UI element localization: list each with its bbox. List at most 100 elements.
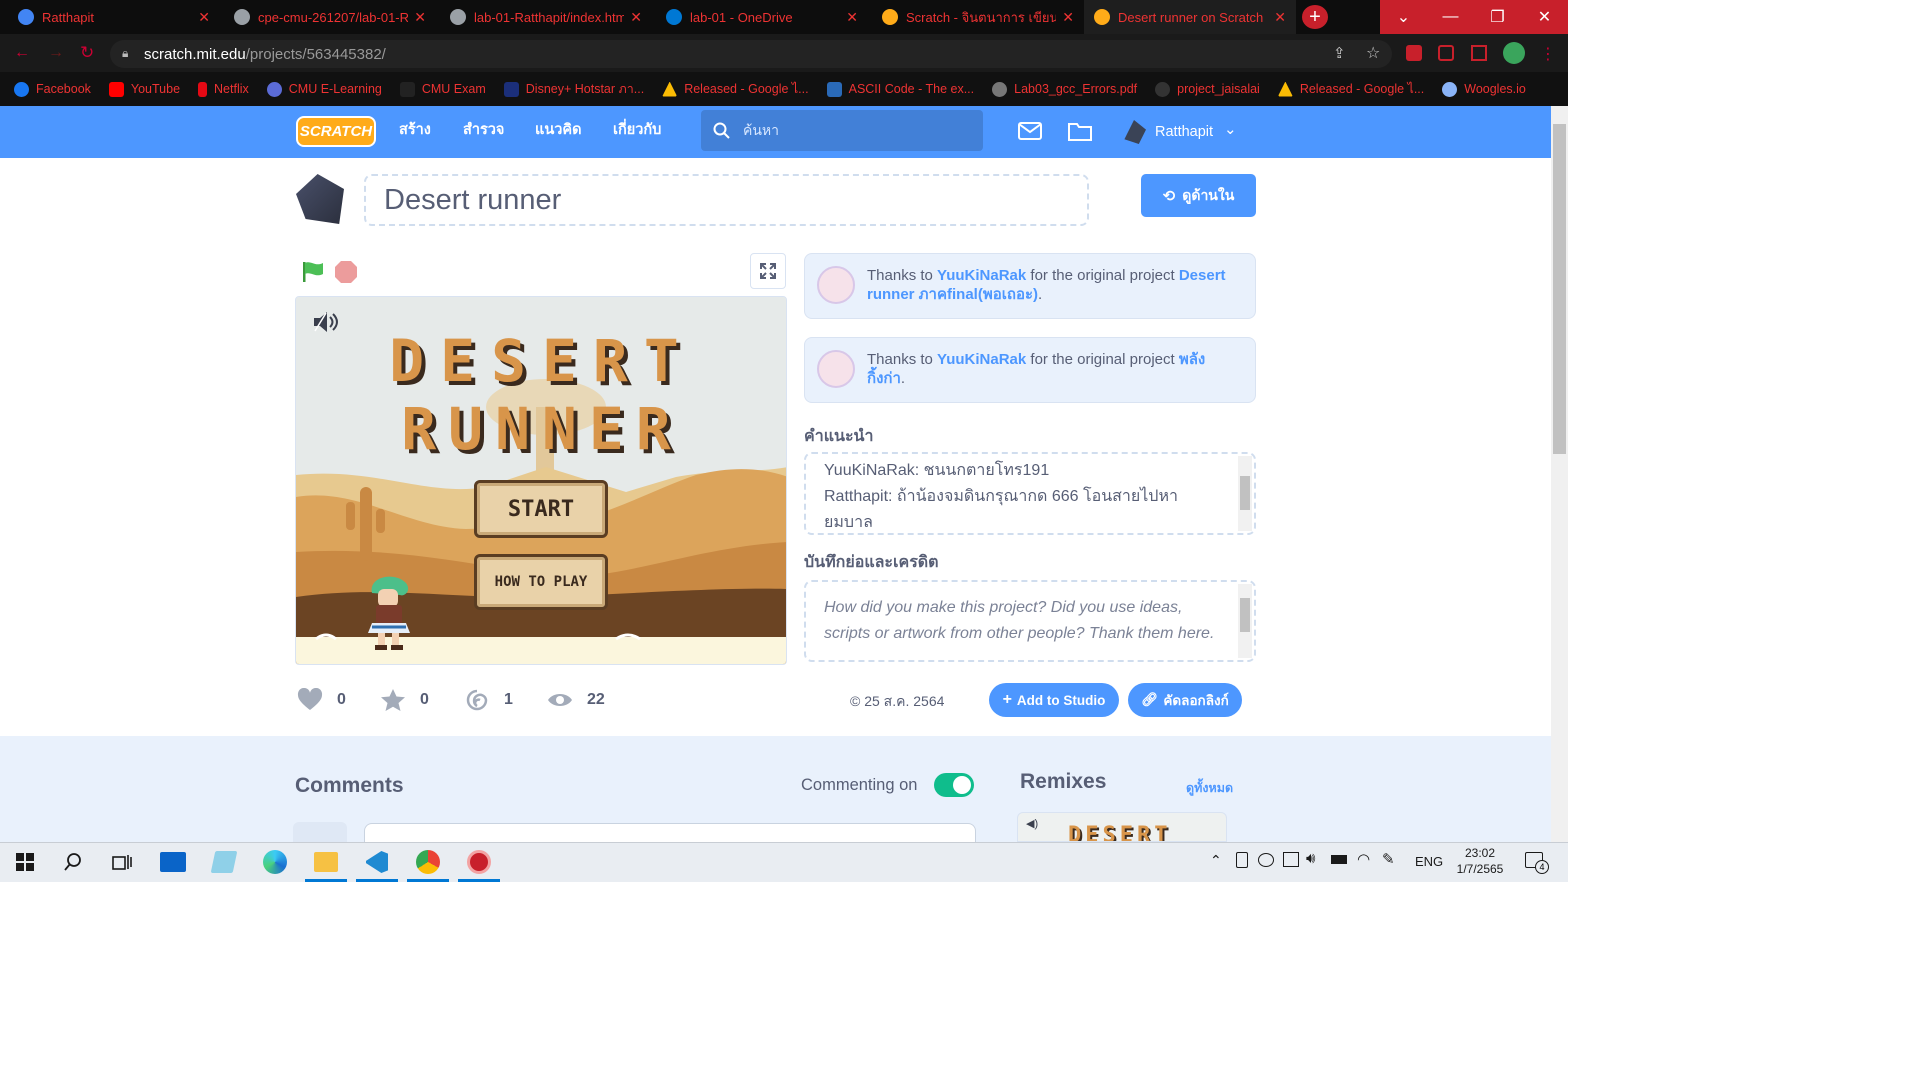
add-to-studio-button[interactable]: + Add to Studio xyxy=(989,683,1119,717)
volume-icon[interactable]: 🔊︎ xyxy=(1306,850,1315,867)
bookmark-item[interactable]: Released - Google ไ... xyxy=(662,79,809,99)
address-bar[interactable]: 🔒︎ scratch.mit.edu/projects/563445382/ xyxy=(110,40,1392,68)
author-avatar[interactable] xyxy=(296,174,344,224)
remix-thumbnail[interactable]: ◀︎) DESERT xyxy=(1017,812,1227,842)
search-input[interactable]: ค้นหา xyxy=(701,110,983,151)
profile-avatar[interactable] xyxy=(1503,42,1525,64)
extension-icon[interactable] xyxy=(1438,45,1454,61)
task-view-icon[interactable] xyxy=(107,848,137,876)
new-tab-button[interactable]: + xyxy=(1302,5,1328,29)
vscode-icon[interactable] xyxy=(356,848,398,882)
language-indicator[interactable]: ENG xyxy=(1415,854,1443,869)
my-stuff-folder-icon[interactable] xyxy=(1068,121,1092,141)
credit-user-link[interactable]: YuuKiNaRak xyxy=(937,351,1026,368)
stop-icon[interactable] xyxy=(334,260,358,284)
instructions-textarea[interactable]: YuuKiNaRak: ชนนกตายโทร191 Ratthapit: ถ้า… xyxy=(804,452,1256,535)
fullscreen-button[interactable] xyxy=(750,253,786,289)
close-icon[interactable]: ✕ xyxy=(1062,9,1074,26)
bookmark-item[interactable]: Netflix xyxy=(198,81,249,97)
bookmark-item[interactable]: YouTube xyxy=(108,81,180,97)
close-icon[interactable]: ✕ xyxy=(1274,9,1286,26)
green-flag-icon[interactable] xyxy=(301,261,325,283)
bookmark-item[interactable]: Lab03_gcc_Errors.pdf xyxy=(992,81,1137,97)
back-icon[interactable]: ← xyxy=(14,44,30,62)
minimize-button[interactable]: — xyxy=(1427,0,1474,34)
love-stat[interactable]: 0 xyxy=(297,688,346,712)
start-button[interactable] xyxy=(10,848,40,876)
restore-button[interactable]: ❐ xyxy=(1474,0,1521,34)
close-icon[interactable]: ✕ xyxy=(846,9,858,26)
bookmark-item[interactable]: Disney+ Hotstar ภา... xyxy=(503,79,644,99)
view-all-remixes-link[interactable]: ดูทั้งหมด xyxy=(1186,778,1233,798)
messages-icon[interactable] xyxy=(1018,122,1042,140)
scratch-logo[interactable]: SCRATCH xyxy=(296,116,376,147)
bookmark-item[interactable]: CMU Exam xyxy=(399,81,486,97)
share-icon[interactable]: ⇪ xyxy=(1333,44,1346,62)
battery-icon[interactable] xyxy=(1331,855,1347,864)
file-explorer-icon[interactable] xyxy=(305,848,347,882)
mail-app-icon[interactable] xyxy=(158,848,188,876)
wifi-icon[interactable]: ◠ xyxy=(1357,850,1370,868)
display-icon[interactable] xyxy=(1283,852,1299,867)
username-label[interactable]: Ratthapit xyxy=(1155,124,1213,140)
see-inside-button[interactable]: ⟲ ดูด้านใน xyxy=(1141,174,1256,217)
tab-onedrive[interactable]: lab-01 - OneDrive ✕ xyxy=(656,0,868,34)
device-icon[interactable] xyxy=(1236,852,1248,868)
credit-user-link[interactable]: YuuKiNaRak xyxy=(937,267,1026,284)
google-drive-icon xyxy=(662,81,678,97)
scrollbar[interactable] xyxy=(1238,584,1252,658)
chevron-down-icon[interactable]: ⌄ xyxy=(1224,120,1237,138)
close-icon[interactable]: ✕ xyxy=(414,9,426,26)
nav-ideas[interactable]: แนวคิด xyxy=(535,118,582,141)
tab-desert-runner[interactable]: Desert runner on Scratch ✕ xyxy=(1084,0,1296,34)
tab-lab01-index[interactable]: lab-01-Ratthapit/index.htm ✕ xyxy=(440,0,652,34)
nav-about[interactable]: เกี่ยวกับ xyxy=(613,118,661,141)
tab-scratch-home[interactable]: Scratch - จินตนาการ เขียนโปร ✕ xyxy=(872,0,1084,34)
nav-create[interactable]: สร้าง xyxy=(399,118,431,141)
credit-avatar[interactable] xyxy=(817,266,855,304)
chrome-profile-icon[interactable] xyxy=(458,848,500,882)
tab-search-button[interactable]: ⌄ xyxy=(1380,0,1427,34)
notes-textarea[interactable]: How did you make this project? Did you u… xyxy=(804,580,1256,662)
bookmark-item[interactable]: project_jaisalai xyxy=(1155,81,1260,97)
tab-cpe-cmu[interactable]: cpe-cmu-261207/lab-01-Ra ✕ xyxy=(224,0,436,34)
tab-ratthapit[interactable]: Ratthapit ✕ xyxy=(8,0,220,34)
bookmark-item[interactable]: ASCII Code - The ex... xyxy=(826,81,974,97)
close-window-button[interactable]: ✕ xyxy=(1521,0,1568,34)
sidebar-icon[interactable] xyxy=(1471,45,1487,61)
edge-icon[interactable] xyxy=(260,848,290,876)
cmu-exam-icon xyxy=(399,81,415,97)
cloud-icon[interactable] xyxy=(1258,853,1274,867)
clock-date: 1/7/2565 xyxy=(1456,862,1504,876)
notification-icon[interactable]: 4 xyxy=(1525,852,1549,874)
bookmark-star-icon[interactable]: ☆ xyxy=(1366,43,1380,63)
nav-explore[interactable]: สำรวจ xyxy=(463,118,504,141)
files-app-icon[interactable] xyxy=(209,848,239,876)
bookmark-item[interactable]: CMU E-Learning xyxy=(266,81,382,97)
chevron-up-icon[interactable]: ⌃ xyxy=(1210,852,1222,869)
close-icon[interactable]: ✕ xyxy=(198,9,210,26)
project-title-input[interactable]: Desert runner xyxy=(364,174,1089,226)
search-icon[interactable] xyxy=(58,848,88,876)
credit-avatar[interactable] xyxy=(817,350,855,388)
favorite-stat[interactable]: 0 xyxy=(380,688,429,712)
forward-icon[interactable]: → xyxy=(48,44,64,62)
reload-icon[interactable]: ↻ xyxy=(80,43,94,63)
game-how-to-play-button[interactable]: HOW TO PLAY xyxy=(474,554,608,610)
scrollbar[interactable] xyxy=(1238,456,1252,531)
copy-link-button[interactable]: 🔗︎ คัดลอกลิงก์ xyxy=(1128,683,1242,717)
comment-input[interactable] xyxy=(364,823,976,842)
game-start-button[interactable]: START xyxy=(474,480,608,538)
clock[interactable]: 23:02 1/7/2565 xyxy=(1455,845,1505,877)
project-stage[interactable]: DESERT RUNNER START HOW TO PLAY xyxy=(295,296,787,665)
bookmark-item[interactable]: Facebook xyxy=(14,81,91,97)
pen-icon[interactable]: ✎ xyxy=(1382,850,1395,868)
page-scrollbar[interactable] xyxy=(1551,106,1568,842)
bookmark-item[interactable]: Released - Google ไ... xyxy=(1277,79,1424,99)
chrome-icon[interactable] xyxy=(407,848,449,882)
menu-icon[interactable]: ⋮ xyxy=(1540,44,1556,64)
close-icon[interactable]: ✕ xyxy=(630,9,642,26)
extension-icon[interactable] xyxy=(1406,45,1422,61)
bookmark-item[interactable]: Woogles.io xyxy=(1442,81,1526,97)
commenting-toggle[interactable] xyxy=(934,773,974,797)
